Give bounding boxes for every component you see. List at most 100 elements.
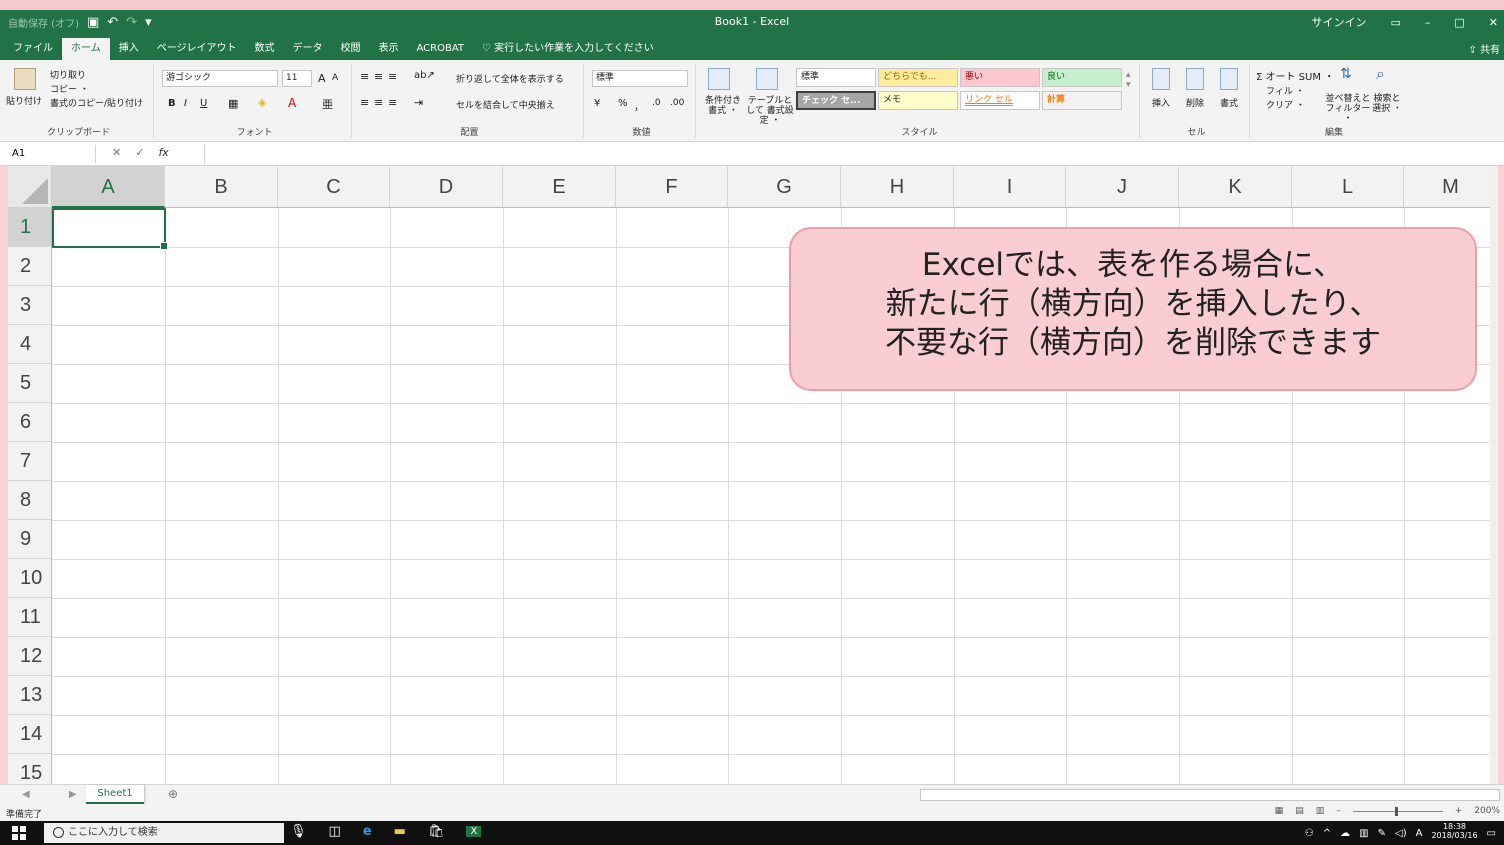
- row-header[interactable]: 2: [8, 247, 52, 286]
- microphone-icon[interactable]: 🎙: [290, 824, 307, 839]
- align-middle-icon[interactable]: ≡: [374, 70, 383, 83]
- windows-start-icon[interactable]: [12, 826, 26, 840]
- row-header[interactable]: 13: [8, 676, 52, 715]
- paste-button[interactable]: 貼り付け: [6, 94, 42, 107]
- tab-formulas[interactable]: 数式: [246, 38, 284, 60]
- column-header[interactable]: L: [1292, 166, 1404, 208]
- show-hidden-icons-icon[interactable]: ^: [1323, 828, 1331, 839]
- font-color-icon[interactable]: A: [288, 96, 296, 110]
- row-header[interactable]: 11: [8, 598, 52, 637]
- normal-view-icon[interactable]: ▦: [1275, 806, 1284, 816]
- task-view-icon[interactable]: ◫: [329, 824, 341, 839]
- conditional-format-icon[interactable]: [708, 68, 730, 90]
- zoom-slider[interactable]: [1352, 806, 1443, 816]
- comma-button[interactable]: ，: [634, 98, 644, 113]
- close-button[interactable]: ✕: [1489, 16, 1498, 29]
- ribbon-display-options-icon[interactable]: ▭: [1390, 16, 1400, 29]
- column-header[interactable]: F: [616, 166, 728, 208]
- merge-center-button[interactable]: セルを結合して中央揃え: [456, 98, 555, 111]
- onedrive-icon[interactable]: ☁: [1340, 828, 1350, 839]
- excel-taskbar-icon[interactable]: X: [466, 826, 482, 837]
- style-normal[interactable]: 標準: [796, 68, 876, 87]
- column-header[interactable]: K: [1179, 166, 1292, 208]
- ime-indicator[interactable]: A: [1416, 828, 1423, 839]
- horizontal-scrollbar[interactable]: [920, 789, 1500, 801]
- underline-button[interactable]: U: [200, 98, 207, 109]
- tab-view[interactable]: 表示: [370, 38, 408, 60]
- column-header[interactable]: M: [1404, 166, 1498, 208]
- row-header[interactable]: 4: [8, 325, 52, 364]
- style-calculation[interactable]: 計算: [1042, 91, 1122, 110]
- fill-button[interactable]: フィル ・: [1266, 84, 1305, 97]
- align-left-icon[interactable]: ≡: [360, 96, 369, 109]
- column-header[interactable]: I: [954, 166, 1066, 208]
- delete-cells-button[interactable]: 削除: [1186, 96, 1204, 109]
- grow-font-button[interactable]: A: [318, 72, 326, 85]
- paste-icon[interactable]: [14, 68, 36, 90]
- indent-icon[interactable]: ⇥: [414, 96, 423, 109]
- tab-acrobat[interactable]: ACROBAT: [408, 38, 474, 60]
- enter-formula-icon[interactable]: ✓: [135, 146, 144, 159]
- find-select-icon[interactable]: ⌕: [1376, 64, 1385, 84]
- row-header[interactable]: 15: [8, 754, 52, 784]
- row-header[interactable]: 10: [8, 559, 52, 598]
- row-header[interactable]: 5: [8, 364, 52, 403]
- row-header[interactable]: 6: [8, 403, 52, 442]
- font-name-select[interactable]: 游ゴシック: [162, 70, 278, 87]
- formula-input[interactable]: [204, 144, 1496, 164]
- active-cell-a1[interactable]: [52, 208, 168, 250]
- format-cells-button[interactable]: 書式: [1220, 96, 1238, 109]
- find-select-button[interactable]: 検索と 選択 ・: [1372, 94, 1402, 114]
- zoom-level[interactable]: 200%: [1474, 806, 1500, 816]
- align-bottom-icon[interactable]: ≡: [388, 70, 397, 83]
- row-header[interactable]: 3: [8, 286, 52, 325]
- number-format-select[interactable]: 標準: [592, 70, 688, 87]
- file-explorer-icon[interactable]: ▬: [394, 824, 406, 839]
- wrap-text-button[interactable]: 折り返して全体を表示する: [456, 72, 564, 85]
- column-header[interactable]: B: [165, 166, 278, 208]
- format-cells-icon[interactable]: [1220, 68, 1238, 90]
- styles-scroll-icon[interactable]: ▴ ▾: [1126, 70, 1131, 90]
- percent-button[interactable]: %: [618, 98, 628, 109]
- maximize-button[interactable]: □: [1454, 16, 1464, 29]
- action-center-icon[interactable]: ▭: [1487, 828, 1496, 839]
- row-header[interactable]: 7: [8, 442, 52, 481]
- format-painter-button[interactable]: 書式のコピー/貼り付け: [50, 96, 143, 109]
- row-header[interactable]: 1: [8, 208, 52, 247]
- tab-review[interactable]: 校閲: [332, 38, 370, 60]
- tab-page-layout[interactable]: ページレイアウト: [148, 38, 246, 60]
- sort-filter-button[interactable]: 並べ替えと フィルター ・: [1324, 94, 1372, 124]
- tab-data[interactable]: データ: [284, 38, 332, 60]
- autosum-button[interactable]: Σ オート SUM ・: [1256, 68, 1334, 83]
- vertical-scrollbar[interactable]: [1490, 166, 1498, 784]
- edge-icon[interactable]: e: [363, 824, 372, 839]
- zoom-in-icon[interactable]: +: [1455, 806, 1463, 816]
- share-button[interactable]: ⇪ 共有: [1468, 41, 1500, 56]
- column-header[interactable]: C: [278, 166, 390, 208]
- column-header[interactable]: H: [841, 166, 954, 208]
- row-header[interactable]: 14: [8, 715, 52, 754]
- volume-icon[interactable]: ◁): [1395, 828, 1407, 839]
- delete-cells-icon[interactable]: [1186, 68, 1204, 90]
- column-header[interactable]: G: [728, 166, 841, 208]
- column-header[interactable]: D: [390, 166, 503, 208]
- font-size-select[interactable]: 11: [282, 70, 312, 87]
- select-all-button[interactable]: [8, 166, 52, 208]
- bold-button[interactable]: B: [168, 98, 176, 109]
- network-icon[interactable]: ▥: [1359, 828, 1368, 839]
- style-check-cell[interactable]: チェック セ...: [796, 91, 876, 110]
- insert-cells-button[interactable]: 挿入: [1152, 96, 1170, 109]
- name-box[interactable]: A1: [6, 145, 96, 163]
- taskbar-search-input[interactable]: ここに入力して検索: [44, 823, 284, 843]
- people-icon[interactable]: ⚇: [1305, 828, 1314, 839]
- style-bad[interactable]: 悪い: [960, 68, 1040, 87]
- row-header[interactable]: 9: [8, 520, 52, 559]
- style-note[interactable]: メモ: [878, 91, 958, 110]
- copy-button[interactable]: コピー ・: [50, 82, 89, 95]
- cancel-formula-icon[interactable]: ✕: [112, 146, 121, 159]
- sort-filter-icon[interactable]: ⇅: [1340, 66, 1352, 82]
- clear-button[interactable]: クリア ・: [1266, 98, 1305, 111]
- row-header[interactable]: 8: [8, 481, 52, 520]
- sheet-tab-sheet1[interactable]: Sheet1: [86, 785, 144, 804]
- page-break-view-icon[interactable]: ▥: [1316, 806, 1325, 816]
